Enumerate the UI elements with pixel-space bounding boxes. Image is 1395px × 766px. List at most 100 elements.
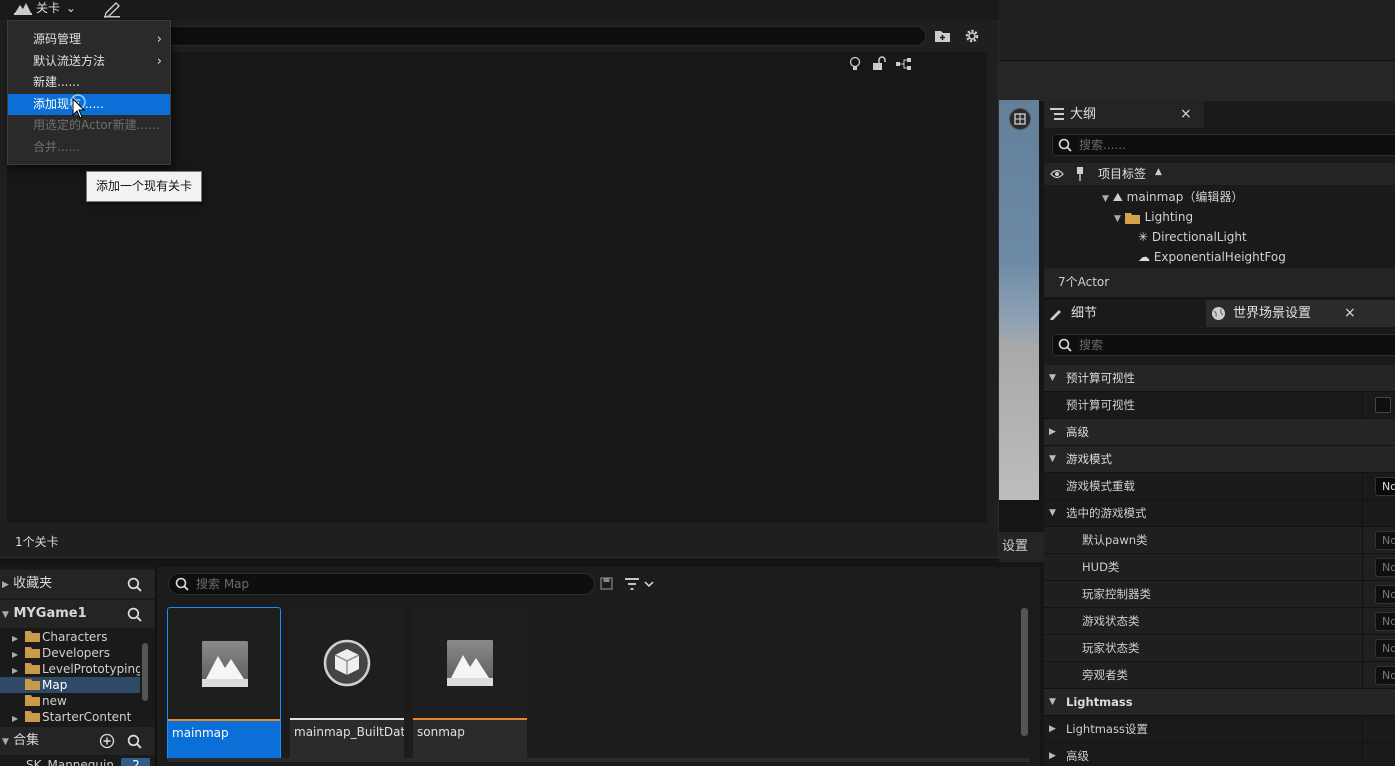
collapse-arrow-icon[interactable]: ▼ — [1049, 446, 1056, 472]
column-divider[interactable] — [1362, 662, 1363, 689]
property-row[interactable]: ▶ Lightmass设置 — [1044, 716, 1395, 743]
viewport-layout-icon[interactable] — [1009, 108, 1031, 130]
menu-item-streaming-method[interactable]: 默认流送方法 › — [8, 51, 170, 73]
column-divider[interactable] — [1362, 473, 1363, 500]
class-picker-dropdown[interactable]: No — [1375, 639, 1395, 658]
column-divider[interactable] — [1362, 716, 1363, 743]
favorites-header[interactable]: ▶ 收藏夹 — [0, 570, 155, 598]
collapse-arrow-icon[interactable]: ▼ — [1049, 365, 1056, 391]
search-icon[interactable] — [127, 734, 142, 749]
tree-row-lighting[interactable]: ▼ Lighting — [1114, 207, 1193, 227]
column-divider[interactable] — [1362, 581, 1363, 608]
class-picker-dropdown[interactable]: No — [1375, 612, 1395, 631]
property-row[interactable]: ▼ 选中的游戏模式 — [1044, 500, 1395, 527]
class-picker-dropdown[interactable]: No — [1375, 477, 1395, 496]
search-icon[interactable] — [127, 577, 142, 592]
details-search-input[interactable]: 搜索 — [1052, 334, 1395, 356]
asset-tile[interactable]: mainmap_BuiltData — [290, 607, 404, 760]
column-divider[interactable] — [1362, 743, 1363, 766]
save-search-icon[interactable] — [600, 577, 613, 590]
settings-gear-icon[interactable] — [963, 27, 981, 45]
column-header-label[interactable]: 项目标签 — [1098, 164, 1146, 184]
folder-row[interactable]: ▶ Characters — [0, 629, 140, 645]
tree-row-directional-light[interactable]: ✳ DirectionalLight — [1138, 227, 1247, 247]
expand-arrow-icon[interactable]: ▶ — [12, 711, 22, 725]
class-picker-dropdown[interactable]: No — [1375, 666, 1395, 685]
project-header[interactable]: ▼ MYGame1 — [0, 600, 155, 628]
viewport-settings-tab[interactable]: 设置 — [999, 532, 1044, 562]
expand-arrow-icon[interactable]: ▶ — [12, 631, 22, 645]
level-viewport[interactable] — [999, 100, 1039, 500]
folder-row[interactable]: Map — [0, 677, 140, 693]
outliner-tab[interactable]: 大纲 × — [1044, 101, 1204, 128]
unlock-icon[interactable] — [872, 56, 886, 72]
sources-scrollbar[interactable] — [142, 643, 148, 701]
property-row[interactable]: ▶ 高级 — [1044, 419, 1395, 446]
property-row[interactable]: 玩家控制器类 No — [1044, 581, 1395, 608]
add-collection-icon[interactable] — [99, 733, 115, 749]
folder-row[interactable]: ▶ LevelPrototyping — [0, 661, 140, 677]
column-divider[interactable] — [1362, 554, 1363, 581]
outliner-search-input[interactable]: 搜索...... — [1052, 134, 1395, 156]
close-icon[interactable]: × — [1344, 300, 1356, 327]
asset-scrollbar[interactable] — [1021, 608, 1028, 736]
property-row[interactable]: 游戏模式重载 No — [1044, 473, 1395, 500]
tooltip: 添加一个现有关卡 — [86, 171, 202, 202]
column-divider[interactable] — [1362, 608, 1363, 635]
expand-arrow-icon[interactable]: ▶ — [1049, 716, 1056, 742]
expand-arrow-icon[interactable]: ▶ — [1049, 419, 1056, 445]
world-settings-tab[interactable]: 世界场景设置 × — [1206, 300, 1395, 327]
collections-header[interactable]: ▼ 合集 — [0, 727, 155, 755]
class-picker-dropdown[interactable]: No — [1375, 531, 1395, 550]
eye-icon[interactable] — [1050, 169, 1064, 179]
expand-arrow-icon[interactable]: ▶ — [12, 647, 22, 661]
details-tab[interactable]: 细节 — [1044, 300, 1204, 327]
asset-search-input[interactable]: 搜索 Map — [168, 573, 595, 595]
add-folder-icon[interactable] — [934, 28, 952, 44]
column-divider[interactable] — [1362, 392, 1363, 419]
property-row[interactable]: ▼ Lightmass — [1044, 689, 1395, 716]
expand-arrow-icon[interactable]: ▶ — [1049, 743, 1056, 766]
hierarchy-icon[interactable] — [895, 56, 913, 72]
property-row[interactable]: ▶ 高级 — [1044, 743, 1395, 766]
property-row[interactable]: ▼ 预计算可视性 — [1044, 365, 1395, 392]
tree-row-height-fog[interactable]: ☁ ExponentialHeightFog — [1138, 247, 1286, 267]
property-row[interactable]: 玩家状态类 No — [1044, 635, 1395, 662]
horizontal-scrollbar[interactable] — [168, 758, 1030, 762]
property-row[interactable]: 旁观者类 No — [1044, 662, 1395, 689]
expand-arrow-icon[interactable]: ▶ — [12, 663, 22, 677]
menu-item-merge[interactable]: 合并...... — [8, 137, 170, 159]
levels-search-input[interactable] — [160, 26, 926, 46]
menu-item-new[interactable]: 新建...... — [8, 72, 170, 94]
lightbulb-icon[interactable] — [848, 56, 862, 72]
pin-icon[interactable] — [1075, 167, 1085, 181]
column-divider[interactable] — [1362, 500, 1363, 527]
class-picker-dropdown[interactable]: No — [1375, 585, 1395, 604]
close-icon[interactable]: × — [1180, 101, 1192, 128]
folder-row[interactable]: ▶ Developers — [0, 645, 140, 661]
folder-row[interactable]: new — [0, 693, 140, 709]
column-divider[interactable] — [1362, 527, 1363, 554]
tree-row-mainmap[interactable]: ▼ ⛰ mainmap（编辑器） — [1102, 187, 1243, 207]
asset-tile[interactable]: mainmap — [167, 607, 281, 760]
property-row[interactable]: ▼ 游戏模式 — [1044, 446, 1395, 473]
property-row[interactable]: 默认pawn类 No — [1044, 527, 1395, 554]
property-row[interactable]: 预计算可视性 — [1044, 392, 1395, 419]
property-row[interactable]: 游戏状态类 No — [1044, 608, 1395, 635]
menu-item-add-existing[interactable]: 添加现有...... — [8, 93, 170, 115]
menu-item-source-control[interactable]: 源码管理 › — [8, 29, 170, 51]
column-divider[interactable] — [1362, 635, 1363, 662]
collapse-arrow-icon[interactable]: ▼ — [1049, 500, 1056, 526]
checkbox[interactable] — [1375, 397, 1391, 413]
property-row[interactable]: HUD类 No — [1044, 554, 1395, 581]
asset-tile[interactable]: sonmap — [413, 607, 527, 760]
search-icon[interactable] — [127, 607, 142, 622]
collapse-arrow-icon[interactable]: ▼ — [1049, 689, 1056, 715]
class-picker-dropdown[interactable]: No — [1375, 558, 1395, 577]
collection-item[interactable]: SK_Mannequin 2 — [10, 758, 150, 766]
levels-menu-button[interactable]: 关卡 ⌄ — [14, 0, 76, 18]
filter-icon[interactable] — [624, 577, 656, 591]
edit-icon[interactable] — [102, 0, 122, 18]
menu-item-new-from-selected[interactable]: 用选定的Actor新建...... — [8, 115, 170, 137]
folder-row[interactable]: ▶ StarterContent — [0, 709, 140, 725]
